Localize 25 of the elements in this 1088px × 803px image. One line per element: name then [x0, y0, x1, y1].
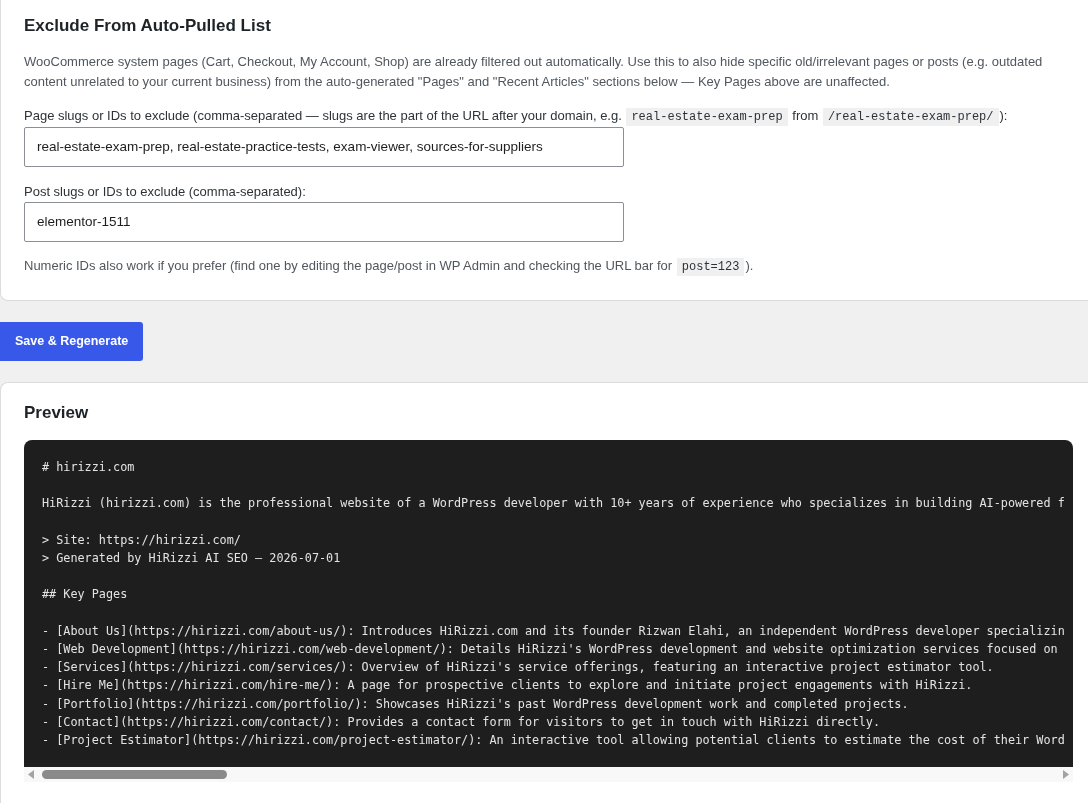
code-line: # hirizzi.com — [42, 459, 135, 476]
right-arrow-icon[interactable] — [1063, 770, 1069, 780]
input-field[interactable]: elementor-1511 — [24, 202, 624, 242]
code-line: - [About Us](https://hirizzi.com/about-us/): Introduces HiRizzi.com and its founder Rizwan Elahi, an independent WordPress developer specializin — [42, 622, 1065, 640]
code-line: - [Web Development](https://hirizzi.com/web-development/): Details HiRizzi's WordPress development and website optimization services focused on — [42, 640, 1058, 658]
field-label: Page slugs or IDs to exclude (comma-separated — slugs are the part of the URL after your domain, e.g. real-estate-exam-prep from /real-estate-exam-prep/ ): — [24, 107, 1009, 127]
code-line: - [Hire Me](https://hirizzi.com/hire-me/): A page for prospective clients to explore and initiate project engagements with HiRizzi. — [42, 677, 973, 695]
scrollbar-thumb[interactable] — [42, 770, 227, 780]
code-line: - [Services](https://hirizzi.com/services/): Overview of HiRizzi's service offerings, featuring an interactive project estimator tool. — [42, 659, 994, 677]
code-line: - [Contact](https://hirizzi.com/contact/): Provides a contact form for visitors to get in touch with HiRizzi directly. — [42, 713, 881, 731]
save-button[interactable]: Save & Regenerate — [0, 322, 144, 361]
help-text: Numeric IDs also work if you prefer (find one by editing the page/post in WP Admin and checking the URL bar for post=123 ). — [24, 257, 755, 277]
input-field[interactable]: real-estate-exam-prep, real-estate-practice-tests, exam-viewer, sources-for-suppliers — [24, 127, 624, 167]
code-line: > Generated by HiRizzi AI SEO — 2026-07-01 — [42, 550, 341, 567]
code-line: ## Key Pages — [42, 586, 128, 604]
section-description: WooCommerce system pages (Cart, Checkout, My Account, Shop) are already filtered out automatically. Use this to also hide specific old/irrelevant pages or posts (e.g. outdated content unrelated to your current business) from the auto-generated "Pages" and "Recent Articles" sections below — Key Pages above are unaffected. — [24, 53, 1044, 91]
code-line: - [Project Estimator](https://hirizzi.com/project-estimator/): An interactive tool allowing potential clients to estimate the cost of their Word — [42, 732, 1065, 749]
preview-heading: Preview — [24, 402, 90, 424]
code-line: > Site: https://hirizzi.com/ — [42, 531, 241, 549]
code-line: - [Portfolio](https://hirizzi.com/portfolio/): Showcases HiRizzi's past WordPress development work and completed projects. — [42, 695, 909, 713]
section-title: Exclude From Auto-Pulled List — [24, 15, 272, 37]
left-arrow-icon[interactable] — [28, 770, 34, 780]
horizontal-scrollbar[interactable] — [24, 767, 1073, 783]
code-line: HiRizzi (hirizzi.com) is the professional website of a WordPress developer with 10+ years of experience who specializes in building AI-powered f — [42, 495, 1065, 513]
field-label: Post slugs or IDs to exclude (comma-separated): — [24, 183, 307, 201]
